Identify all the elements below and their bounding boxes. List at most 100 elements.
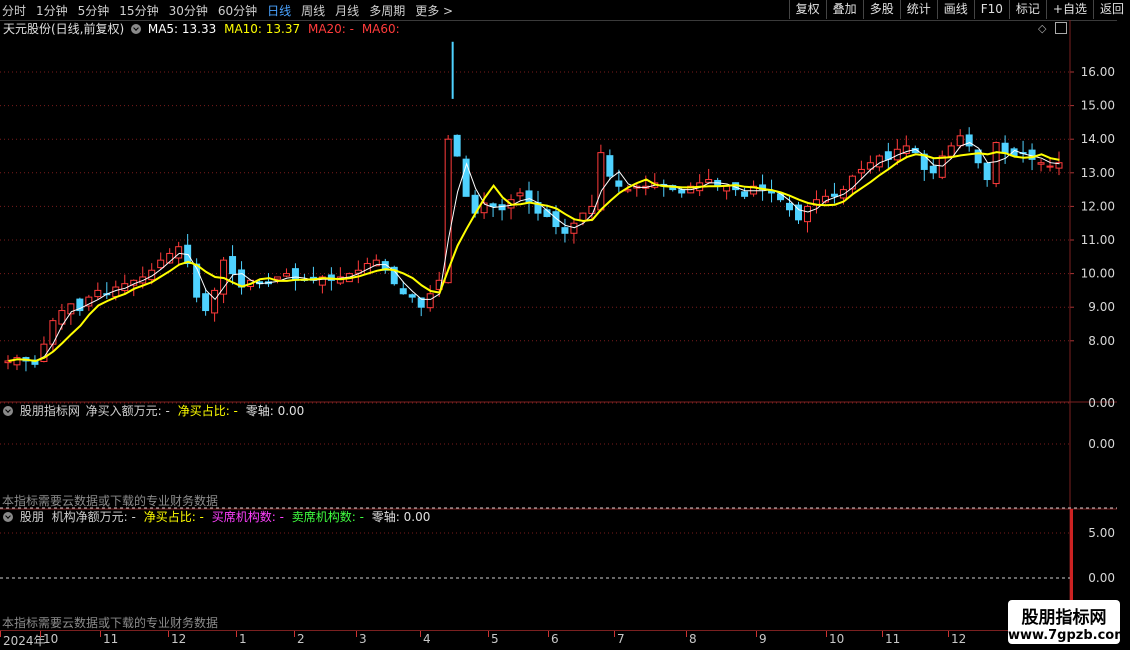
candle-body <box>516 192 524 197</box>
date-tick <box>948 631 949 637</box>
date-label: 12 <box>951 632 967 646</box>
date-tick <box>100 631 101 637</box>
y-tick-label: 0.00 <box>1088 571 1115 585</box>
candle-body <box>848 175 856 190</box>
date-tick <box>756 631 757 637</box>
candle-body <box>983 162 991 181</box>
tool-button-3[interactable]: 统计 <box>899 0 937 19</box>
panel3-note: 本指标需要云数据或下载的专业财务数据 <box>2 616 219 630</box>
y-tick-label: 14.00 <box>1081 132 1115 146</box>
kline-chart-area[interactable]: 16.0015.0014.0013.0012.0011.0010.009.008… <box>0 20 1130 650</box>
panel2-indicator-name[interactable]: 股朋指标网 <box>20 404 80 418</box>
ma20-value: MA20: - <box>307 22 354 36</box>
right-side-panel[interactable] <box>1117 20 1130 650</box>
date-label: 12 <box>171 632 187 646</box>
candle-body <box>947 145 955 157</box>
date-tick <box>40 631 41 637</box>
candle-body <box>723 185 731 192</box>
candle-body <box>929 165 937 174</box>
y-tick-label: 11.00 <box>1081 233 1115 247</box>
date-tick <box>168 631 169 637</box>
watermark-url: www.7gpzb.com <box>1008 628 1128 643</box>
date-label: 9 <box>759 632 767 646</box>
candle-body <box>1001 142 1009 154</box>
period-tab-0[interactable]: 分时 <box>2 2 26 19</box>
date-label: 6 <box>551 632 559 646</box>
candle-body <box>291 268 299 281</box>
date-label: 2 <box>297 632 305 646</box>
candle-body <box>803 205 811 223</box>
tool-button-8[interactable]: 返回 <box>1092 0 1130 19</box>
main-panel-header: 天元股份(日线,前复权) MA5: 13.33 MA10: 13.37 MA20… <box>0 21 400 37</box>
tool-button-6[interactable]: 标记 <box>1008 0 1046 19</box>
candle-body <box>830 193 838 197</box>
ma60-value: MA60: <box>361 22 400 36</box>
candle-body <box>956 135 964 147</box>
period-tab-7[interactable]: 周线 <box>301 2 325 19</box>
panel2-ratio: 净买占比: - <box>177 404 238 418</box>
period-tab-5[interactable]: 60分钟 <box>218 2 257 19</box>
candle-body <box>561 227 569 234</box>
ma5-value: MA5: 13.33 <box>147 22 217 36</box>
stock-name[interactable]: 天元股份(日线,前复权) <box>3 22 124 36</box>
date-label: 5 <box>491 632 499 646</box>
date-label: 3 <box>359 632 367 646</box>
candle-body <box>273 276 281 280</box>
date-tick <box>356 631 357 637</box>
panel2-header: 股朋指标网 净买入额万元: - 净买占比: - 零轴: 0.00 <box>0 403 304 419</box>
period-tab-2[interactable]: 5分钟 <box>78 2 110 19</box>
window-toggle-icon[interactable] <box>1055 22 1067 34</box>
period-tab-1[interactable]: 1分钟 <box>36 2 68 19</box>
date-tick <box>686 631 687 637</box>
panel3-sell-count: 卖席机构数: - <box>291 510 364 524</box>
tool-button-0[interactable]: 复权 <box>788 0 826 19</box>
tool-button-2[interactable]: 多股 <box>862 0 900 19</box>
panel2-net-buy: 净买入额万元: - <box>85 404 170 418</box>
date-tick <box>420 631 421 637</box>
date-tick <box>614 631 615 637</box>
tool-button-5[interactable]: F10 <box>973 0 1009 19</box>
y-tick-label: 16.00 <box>1081 65 1115 79</box>
diamond-icon[interactable]: ◇ <box>1038 22 1046 35</box>
panel3-indicator-name[interactable]: 股朋 <box>20 510 44 524</box>
y-tick-label: 0.00 <box>1088 437 1115 451</box>
period-tab-9[interactable]: 多周期 <box>369 2 405 19</box>
tool-button-4[interactable]: 画线 <box>936 0 974 19</box>
period-tab-6[interactable]: 日线 <box>267 2 291 19</box>
period-tab-10[interactable]: 更多 > <box>415 2 453 19</box>
period-tab-8[interactable]: 月线 <box>335 2 359 19</box>
chevron-down-icon[interactable] <box>3 512 13 522</box>
candle-body <box>1037 162 1045 165</box>
candle-body <box>525 190 533 204</box>
candle-body <box>202 293 210 312</box>
candle-body <box>938 155 946 178</box>
date-tick <box>826 631 827 637</box>
chevron-down-icon[interactable] <box>3 406 13 416</box>
candle-body <box>741 191 749 197</box>
date-tick <box>294 631 295 637</box>
period-tab-3[interactable]: 15分钟 <box>119 2 158 19</box>
candle-body <box>705 179 713 183</box>
candle-body <box>875 155 883 168</box>
candle-body <box>615 180 623 187</box>
date-label: 10 <box>829 632 845 646</box>
panel3-net: 机构净额万元: - <box>51 510 136 524</box>
candle-body <box>597 152 605 211</box>
date-label: 10 <box>43 632 59 646</box>
candle-body <box>570 222 578 234</box>
candle-body <box>211 289 219 314</box>
tool-buttons: 复权 叠加 多股 统计 画线 F10 标记 +自选 返回 <box>788 0 1130 20</box>
tool-button-7[interactable]: +自选 <box>1045 0 1093 19</box>
period-tab-4[interactable]: 30分钟 <box>169 2 208 19</box>
y-tick-label: 5.00 <box>1088 526 1115 540</box>
candle-body <box>678 189 686 194</box>
candle-body <box>229 256 237 275</box>
tool-button-1[interactable]: 叠加 <box>825 0 863 19</box>
date-axis: 2024年 10 11 12 1 2 3 4 5 6 7 8 9 10 11 12 <box>0 630 1070 648</box>
candle-body <box>157 259 165 269</box>
candle-body <box>1046 165 1054 168</box>
panel3-buy-count: 买席机构数: - <box>211 510 284 524</box>
candle-body <box>552 211 560 228</box>
chevron-down-icon[interactable] <box>131 24 142 34</box>
y-tick-label: 12.00 <box>1081 199 1115 213</box>
